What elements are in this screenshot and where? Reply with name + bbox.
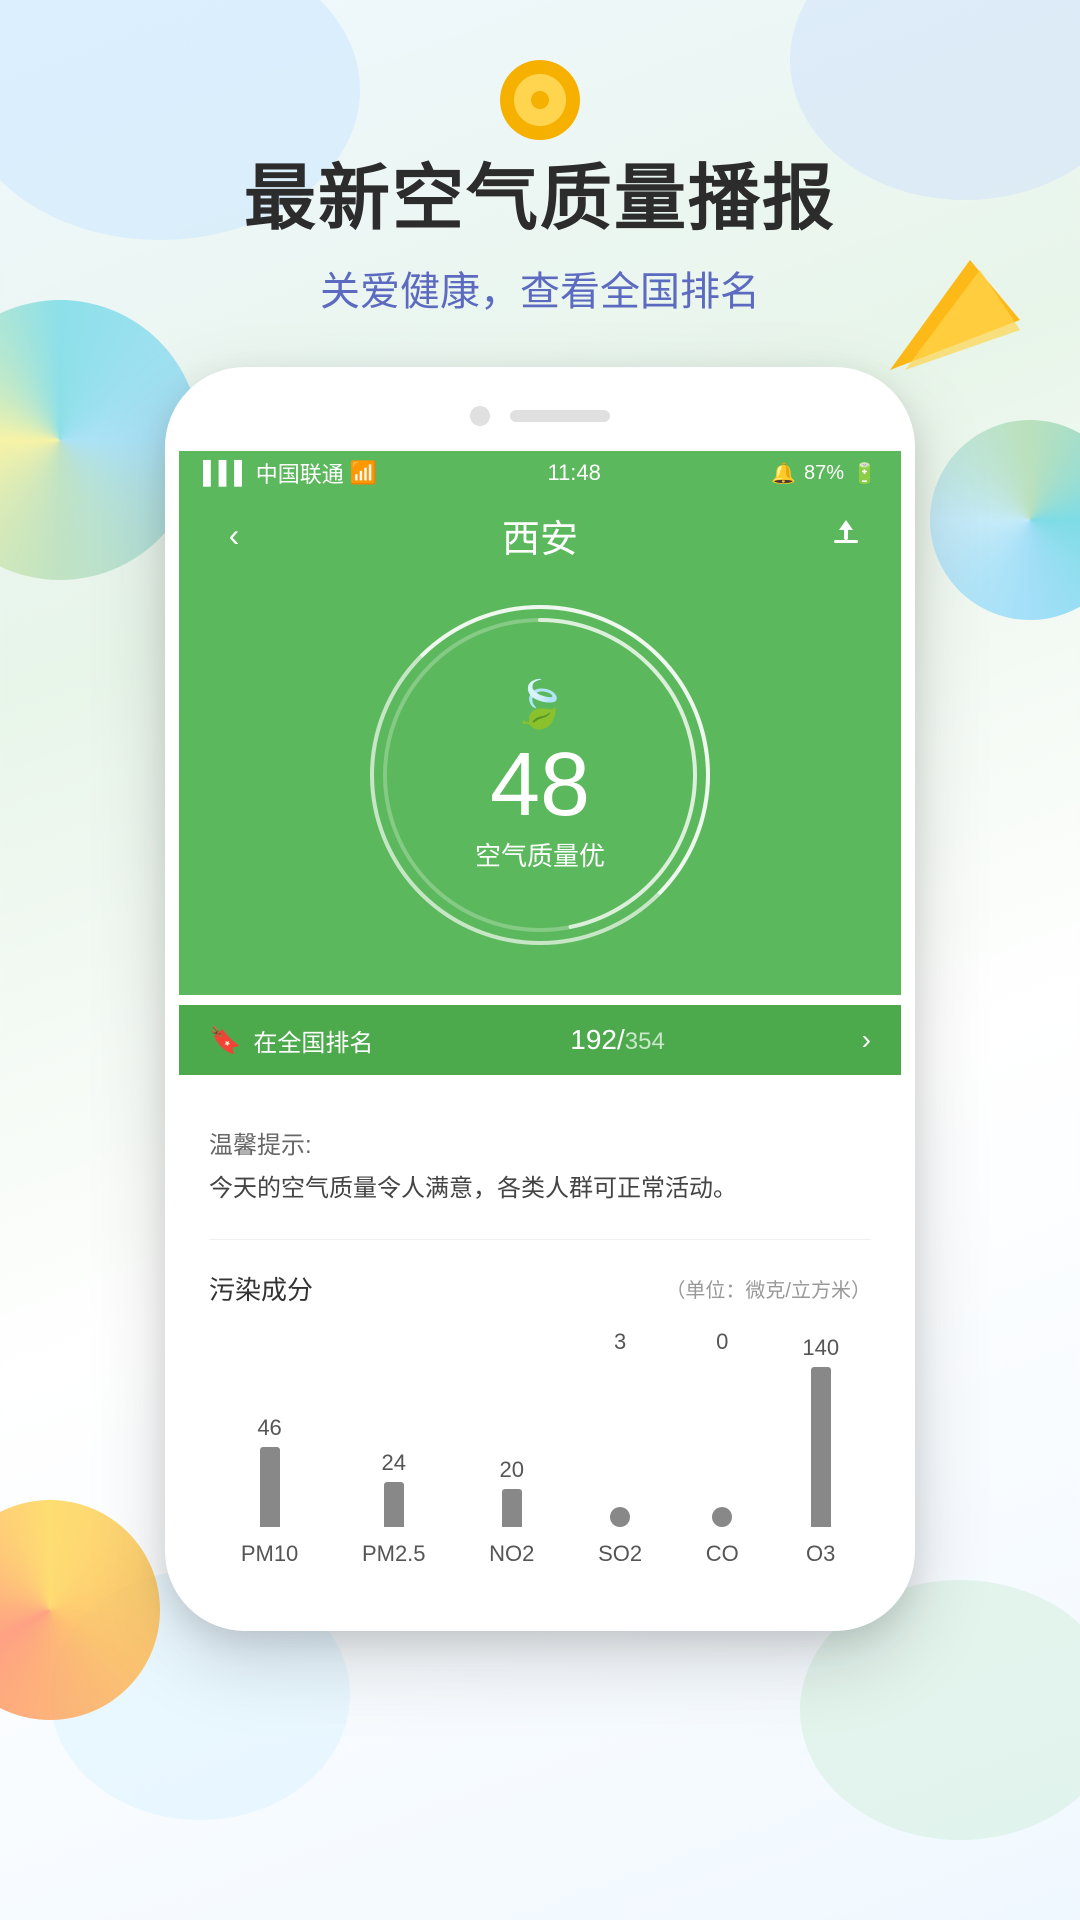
bar-label: SO2: [598, 1541, 642, 1567]
pollutants-unit: （单位：微克/立方米）: [665, 1274, 871, 1303]
bar-item-pm2.5: 24 PM2.5: [362, 1450, 426, 1567]
aqi-section: 🍃 48 空气质量优: [179, 575, 901, 995]
bar-label: PM2.5: [362, 1541, 426, 1567]
wifi-icon: 📶: [350, 460, 377, 486]
top-section: 最新空气质量播报 关爱健康，查看全国排名: [0, 0, 1080, 317]
chevron-right-icon: ›: [862, 1024, 871, 1056]
phone-camera: [470, 406, 490, 426]
bar-label: O3: [806, 1541, 835, 1567]
bar-item-pm10: 46 PM10: [241, 1415, 298, 1567]
bar-value: 46: [257, 1415, 281, 1441]
bookmark-icon: 🔖: [209, 1025, 241, 1056]
content-area: 温馨提示: 今天的空气质量令人满意，各类人群可正常活动。 污染成分 （单位：微克…: [179, 1075, 901, 1616]
battery-percent: 87%: [804, 462, 844, 485]
phone-speaker: [510, 410, 610, 422]
pollutants-bar-chart: 46PM1024PM2.520NO23SO20CO140O3: [209, 1347, 871, 1567]
tip-section: 温馨提示: 今天的空气质量令人满意，各类人群可正常活动。: [209, 1105, 871, 1239]
ranking-label: 在全国排名: [253, 1023, 373, 1058]
aqi-circle: 🍃 48 空气质量优: [370, 605, 710, 945]
bar-value: 20: [500, 1457, 524, 1483]
bar-visual: [811, 1367, 831, 1527]
aqi-circle-container: 🍃 48 空气质量优: [370, 605, 710, 945]
share-button[interactable]: [821, 510, 871, 560]
status-right: 🔔 87% 🔋: [771, 461, 877, 486]
status-time: 11:48: [547, 460, 600, 486]
notification-icon: [500, 60, 580, 140]
bar-value: 3: [614, 1329, 626, 1355]
pollutants-header: 污染成分 （单位：微克/立方米）: [209, 1270, 871, 1307]
bar-item-co: 0 CO: [706, 1329, 739, 1567]
carrier-name: 中国联通: [256, 457, 344, 489]
main-title: 最新空气质量播报: [0, 160, 1080, 239]
ranking-row[interactable]: 🔖 在全国排名 192/354 ›: [179, 1005, 901, 1075]
bar-value: 140: [802, 1335, 839, 1361]
back-button[interactable]: ‹: [209, 510, 259, 560]
bar-visual: [384, 1482, 404, 1527]
pollutants-section: 污染成分 （单位：微克/立方米） 46 PM10 24 PM2.5 20 NO2 3 SO2 0…: [209, 1240, 871, 1587]
bar-label: NO2: [489, 1541, 534, 1567]
pollutants-title: 污染成分: [209, 1270, 313, 1307]
phone-mockup-wrapper: ▌▌▌ 中国联通 📶 11:48 🔔 87% 🔋 ‹ 西安: [0, 367, 1080, 1630]
triangle-decoration: [890, 260, 1020, 375]
bar-item-so2: 3 SO2: [598, 1329, 642, 1567]
bar-visual: [260, 1447, 280, 1527]
bar-item-no2: 20 NO2: [489, 1457, 534, 1567]
status-left: ▌▌▌ 中国联通 📶: [203, 457, 377, 489]
ranking-left: 🔖 在全国排名: [209, 1023, 373, 1058]
phone-mockup: ▌▌▌ 中国联通 📶 11:48 🔔 87% 🔋 ‹ 西安: [165, 367, 915, 1630]
bar-item-o3: 140 O3: [802, 1335, 839, 1567]
ranking-numbers: 192/354: [570, 1024, 665, 1056]
leaf-icon: 🍃: [511, 677, 568, 732]
bar-visual: [502, 1489, 522, 1527]
tip-content: 今天的空气质量令人满意，各类人群可正常活动。: [209, 1170, 871, 1208]
aqi-value: 48: [490, 740, 590, 830]
city-title: 西安: [502, 508, 578, 563]
bar-value: 0: [716, 1329, 728, 1355]
status-bar: ▌▌▌ 中国联通 📶 11:48 🔔 87% 🔋: [179, 451, 901, 495]
battery-icon: 🔋: [852, 461, 877, 486]
bar-dot: [610, 1507, 630, 1527]
phone-notch: [179, 381, 901, 451]
ranking-total: 354: [625, 1028, 665, 1055]
bar-value: 24: [381, 1450, 405, 1476]
app-header: ‹ 西安: [179, 495, 901, 575]
bar-label: CO: [706, 1541, 739, 1567]
ranking-separator: /: [617, 1024, 625, 1055]
bar-dot: [712, 1507, 732, 1527]
bar-label: PM10: [241, 1541, 298, 1567]
tip-title: 温馨提示:: [209, 1125, 871, 1160]
ranking-current: 192: [570, 1024, 617, 1055]
signal-icon: ▌▌▌: [203, 460, 250, 486]
alarm-icon: 🔔: [771, 461, 796, 486]
aqi-label: 空气质量优: [475, 836, 605, 873]
